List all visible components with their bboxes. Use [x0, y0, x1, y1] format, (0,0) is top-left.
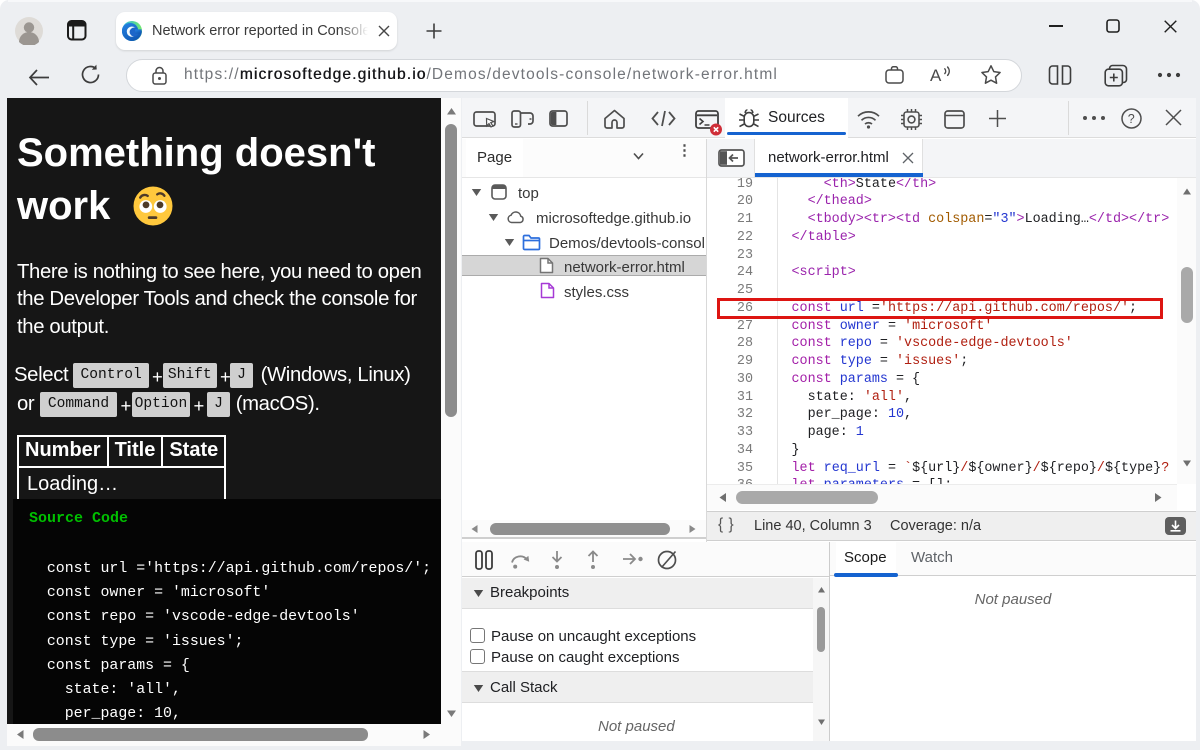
svg-text:A: A [930, 66, 942, 85]
svg-text:?: ? [1128, 112, 1135, 126]
